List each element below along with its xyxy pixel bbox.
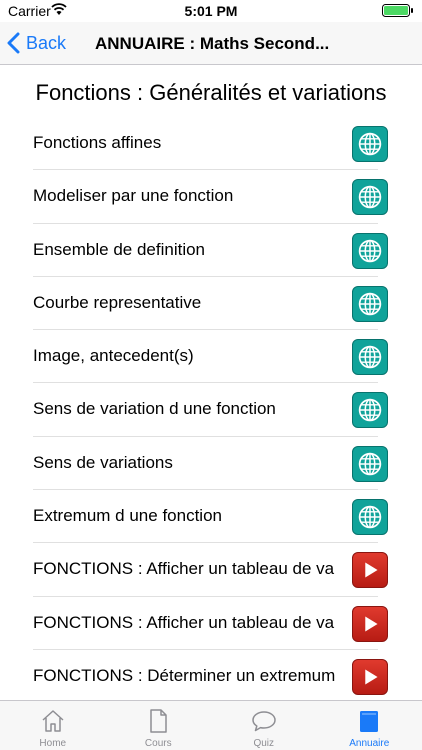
item-label: Modeliser par une fonction xyxy=(33,186,234,206)
list-item[interactable]: Modeliser par une fonction xyxy=(33,170,388,224)
back-label: Back xyxy=(26,32,67,53)
section-title: Fonctions : Généralités et variations xyxy=(35,80,387,105)
tab-label: Cours xyxy=(144,738,172,749)
tab-cours[interactable]: Cours xyxy=(106,701,212,750)
item-label: FONCTIONS : Déterminer un extremum xyxy=(33,665,336,685)
document-icon xyxy=(150,709,167,733)
play-icon[interactable] xyxy=(352,605,388,642)
tab-bar: Home Cours Quiz Annuaire xyxy=(0,700,422,750)
globe-icon[interactable] xyxy=(352,499,388,536)
tab-home[interactable]: Home xyxy=(0,701,106,750)
item-label: Extremum d une fonction xyxy=(33,506,222,526)
chat-bubble-icon xyxy=(252,711,276,732)
item-label: Image, antecedent(s) xyxy=(33,346,194,366)
tab-label: Home xyxy=(39,738,67,749)
resource-list: Fonctions affines Modeliser par une fonc… xyxy=(0,117,422,704)
globe-icon[interactable] xyxy=(352,285,388,322)
item-label: Fonctions affines xyxy=(33,133,162,152)
item-label: Courbe representative xyxy=(33,292,202,312)
home-icon xyxy=(42,710,64,732)
tab-quiz[interactable]: Quiz xyxy=(211,701,317,750)
list-item[interactable]: Fonctions affines xyxy=(33,117,388,171)
globe-icon[interactable] xyxy=(352,126,388,162)
navigation-bar: Back ANNUAIRE : Maths Second... xyxy=(0,22,422,65)
list-item[interactable]: Image, antecedent(s) xyxy=(33,330,388,384)
item-label: Sens de variations xyxy=(33,452,173,472)
page-title: ANNUAIRE : Maths Second... xyxy=(95,34,330,53)
globe-icon[interactable] xyxy=(352,445,388,482)
tab-label: Quiz xyxy=(253,738,275,749)
globe-icon[interactable] xyxy=(352,339,388,376)
item-label: Ensemble de definition xyxy=(33,239,206,259)
book-icon xyxy=(360,711,379,732)
globe-icon[interactable] xyxy=(352,392,388,429)
item-label: FONCTIONS : Afficher un tableau de va xyxy=(33,559,335,579)
tab-annuaire[interactable]: Annuaire xyxy=(317,701,422,750)
globe-icon[interactable] xyxy=(352,232,388,269)
list-item[interactable]: Courbe representative xyxy=(33,277,388,331)
clock: 5:01 PM xyxy=(184,3,238,19)
tab-label: Annuaire xyxy=(349,738,390,749)
chevron-left-icon xyxy=(7,32,20,54)
item-label: FONCTIONS : Afficher un tableau de va xyxy=(33,612,335,632)
globe-icon[interactable] xyxy=(352,179,388,216)
play-icon[interactable] xyxy=(352,658,388,695)
play-icon[interactable] xyxy=(352,552,388,589)
status-bar: Carrier 5:01 PM xyxy=(0,0,422,22)
list-item[interactable]: FONCTIONS : Afficher un tableau de va xyxy=(33,597,388,650)
list-item[interactable]: FONCTIONS : Déterminer un extremum xyxy=(33,650,388,704)
item-label: Sens de variation d une fonction xyxy=(33,399,276,419)
list-item[interactable]: Sens de variation d une fonction xyxy=(33,383,388,437)
back-button[interactable]: Back xyxy=(6,30,66,56)
list-item[interactable]: Sens de variations xyxy=(33,437,388,491)
battery-icon xyxy=(382,4,413,17)
list-item[interactable]: Extremum d une fonction xyxy=(33,490,388,544)
list-item[interactable]: FONCTIONS : Afficher un tableau de va xyxy=(33,543,388,597)
list-item[interactable]: Ensemble de definition xyxy=(33,224,388,277)
